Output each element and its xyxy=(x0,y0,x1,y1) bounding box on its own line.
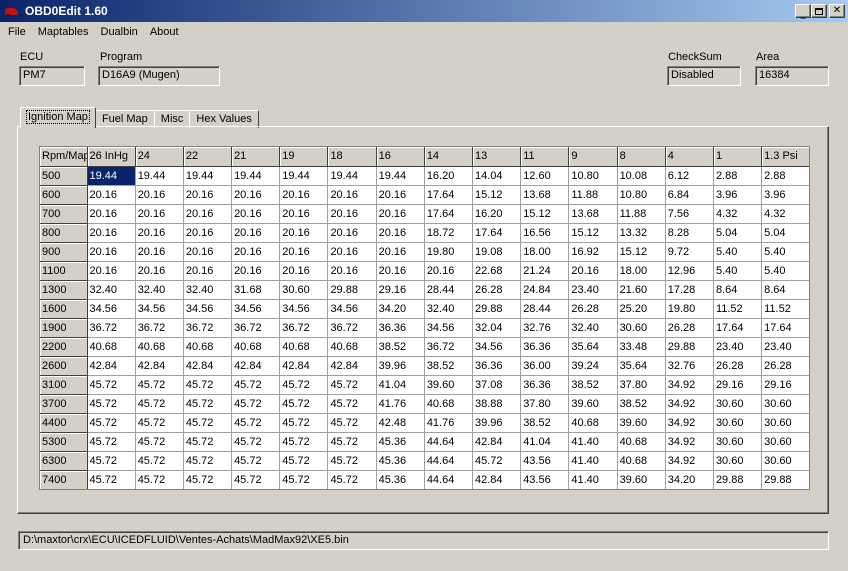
program-field[interactable]: D16A9 (Mugen) xyxy=(98,66,220,86)
title-bar: OBD0Edit 1.60 _ ✕ xyxy=(0,0,848,22)
tab-misc-label: Misc xyxy=(160,113,184,125)
minimize-icon: _ xyxy=(800,8,806,19)
menu-dualbin[interactable]: Dualbin xyxy=(95,26,144,38)
ecu-label: ECU xyxy=(20,51,44,63)
window-title: OBD0Edit 1.60 xyxy=(25,4,108,18)
checksum-label: CheckSum xyxy=(668,51,722,63)
close-button[interactable]: ✕ xyxy=(829,4,845,18)
menu-file[interactable]: File xyxy=(2,26,32,38)
file-path-status: D:\maxtor\crx\ECU\ICEDFLUID\Ventes-Achat… xyxy=(18,531,829,550)
app-car-icon xyxy=(4,5,22,17)
tab-fuel-map-label: Fuel Map xyxy=(101,113,148,125)
minimize-button[interactable]: _ xyxy=(795,4,811,19)
tab-ignition-map-label: Ignition Map xyxy=(26,110,90,124)
maximize-button[interactable] xyxy=(811,4,827,18)
window-controls: _ ✕ xyxy=(795,4,845,19)
menu-bar: File Maptables Dualbin About xyxy=(0,22,848,41)
tab-panel xyxy=(17,126,829,514)
menu-maptables[interactable]: Maptables xyxy=(32,26,95,38)
tab-strip: Ignition Map Fuel Map Misc Hex Values xyxy=(20,106,259,128)
tab-ignition-map[interactable]: Ignition Map xyxy=(20,107,96,128)
checksum-field[interactable]: Disabled xyxy=(667,66,741,86)
close-icon: ✕ xyxy=(832,5,842,16)
program-label: Program xyxy=(100,51,143,63)
area-label: Area xyxy=(756,51,780,63)
maximize-icon xyxy=(815,7,823,15)
ecu-field[interactable]: PM7 xyxy=(19,66,85,86)
menu-about[interactable]: About xyxy=(144,26,185,38)
tab-hex-values-label: Hex Values xyxy=(196,113,252,125)
area-field[interactable]: 16384 xyxy=(755,66,829,86)
